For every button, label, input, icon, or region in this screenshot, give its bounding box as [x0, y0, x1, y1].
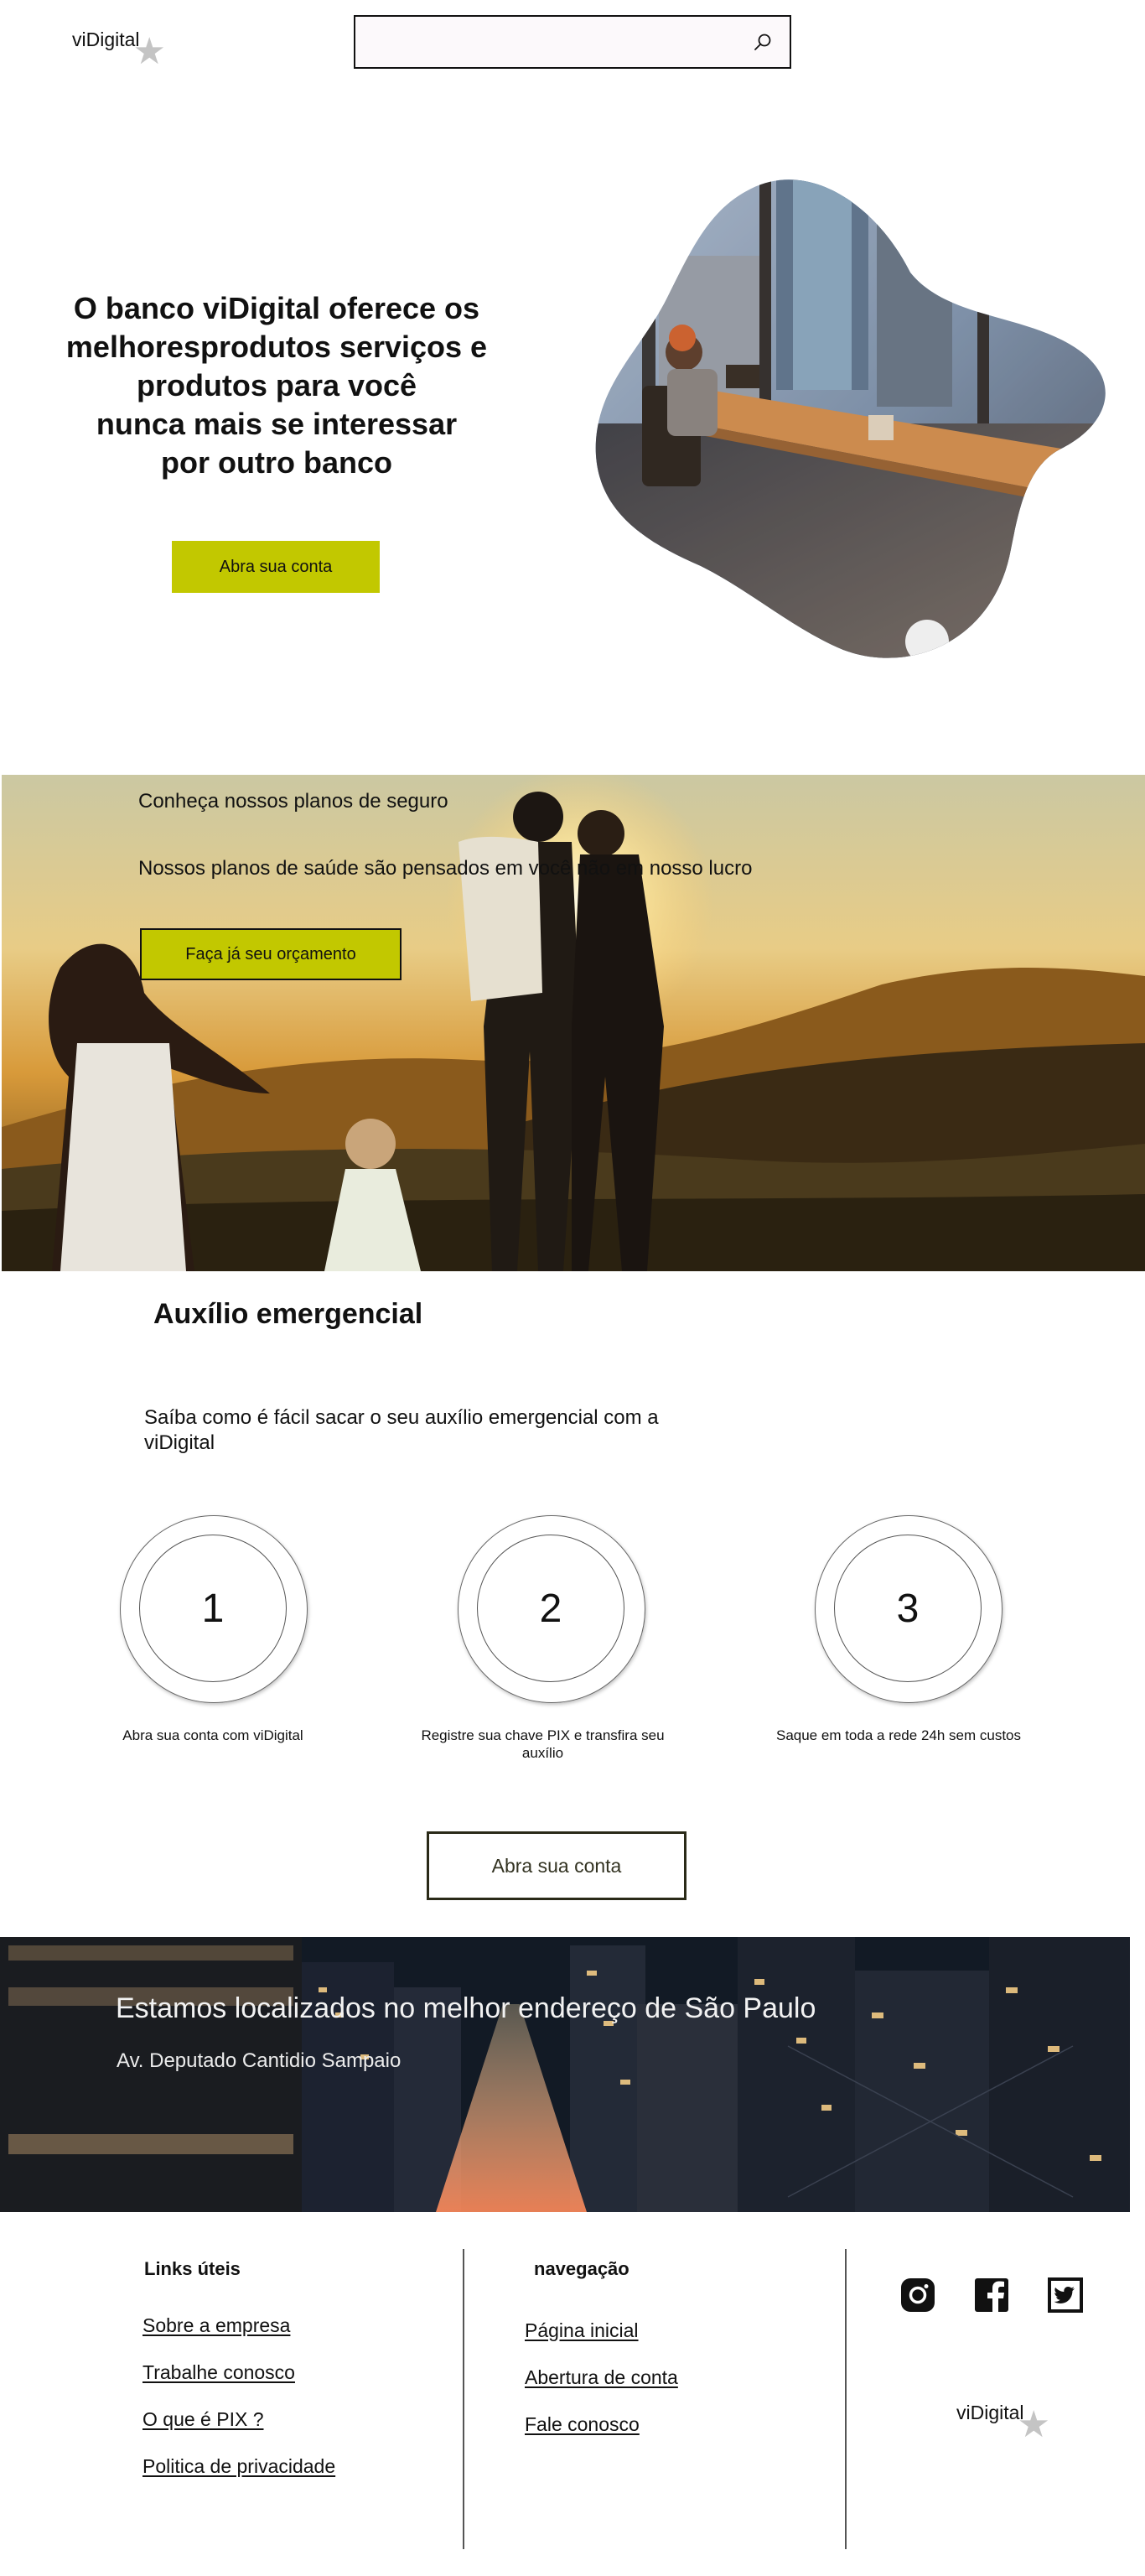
step-number: 1: [139, 1535, 287, 1682]
city-night-photo: [0, 1937, 1130, 2212]
facebook-icon[interactable]: [972, 2276, 1011, 2314]
footer-link-about[interactable]: Sobre a empresa: [142, 2314, 290, 2337]
twitter-icon[interactable]: [1046, 2276, 1085, 2314]
open-account-outline-button[interactable]: Abra sua conta: [427, 1831, 686, 1900]
step-number: 3: [834, 1535, 982, 1682]
office-photo-blob: [595, 179, 1106, 658]
footer-link-privacy[interactable]: Politica de privacidade: [142, 2455, 335, 2478]
section-description: Saíba como é fácil sacar o seu auxílio e…: [144, 1406, 659, 1454]
insurance-banner: Conheça nossos planos de seguro Nossos p…: [2, 775, 1145, 1271]
footer-nav-home[interactable]: Página inicial: [525, 2319, 639, 2342]
section-title: Auxílio emergencial: [153, 1298, 423, 1330]
logo-text: viDigital: [956, 2402, 1024, 2423]
location-title: Estamos localizados no melhor endereço d…: [116, 1992, 816, 2024]
hero-title-line: produtos para você: [136, 368, 417, 402]
search-icon[interactable]: [751, 30, 775, 54]
step-circle: 1: [120, 1515, 308, 1703]
footer-divider: [463, 2249, 464, 2549]
search-box: [354, 15, 791, 69]
footer-nav-open-account[interactable]: Abertura de conta: [525, 2366, 678, 2389]
hero-title-line: O banco viDigital oferece os: [73, 291, 480, 325]
open-account-button[interactable]: Abra sua conta: [172, 541, 380, 593]
step-number: 2: [477, 1535, 624, 1682]
footer-nav-heading: navegação: [534, 2258, 629, 2279]
location-banner: Estamos localizados no melhor endereço d…: [0, 1937, 1130, 2212]
footer-link-pix[interactable]: O que é PIX ?: [142, 2408, 263, 2431]
quote-button[interactable]: Faça já seu orçamento: [140, 928, 402, 980]
family-sunset-photo: [2, 775, 1145, 1271]
star-icon: ★: [132, 31, 166, 72]
footer-nav-contact[interactable]: Fale conosco: [525, 2413, 640, 2436]
brand-logo[interactable]: viDigital ★: [72, 29, 166, 70]
footer-logo[interactable]: viDigital ★: [956, 2402, 1050, 2444]
step-circle: 2: [458, 1515, 645, 1703]
step-label: Abra sua conta com viDigital: [122, 1727, 303, 1743]
location-address: Av. Deputado Cantidio Sampaio: [117, 2049, 402, 2072]
footer-link-careers[interactable]: Trabalhe conosco: [142, 2361, 295, 2384]
search-input[interactable]: [355, 17, 751, 67]
step-label: Registre sua chave PIX e transfira seu a…: [421, 1727, 665, 1761]
star-icon: ★: [1017, 2404, 1050, 2445]
step-circle: 3: [815, 1515, 1003, 1703]
instagram-icon[interactable]: [899, 2276, 937, 2314]
footer-links-heading: Links úteis: [144, 2258, 241, 2279]
hero-title-line: melhoresprodutos serviços e: [65, 330, 488, 364]
hero-title-line: por outro banco: [161, 445, 392, 480]
insurance-subtitle: Nossos planos de saúde são pensados em v…: [138, 857, 753, 880]
hero-title-line: nunca mais se interessar: [96, 407, 458, 441]
logo-text: viDigital: [72, 29, 140, 50]
footer-divider: [845, 2249, 847, 2549]
hero-title: O banco viDigital oferece os melhorespro…: [42, 289, 511, 482]
step-label: Saque em toda a rede 24h sem custos: [775, 1727, 1021, 1743]
insurance-title: Conheça nossos planos de seguro: [138, 790, 448, 813]
